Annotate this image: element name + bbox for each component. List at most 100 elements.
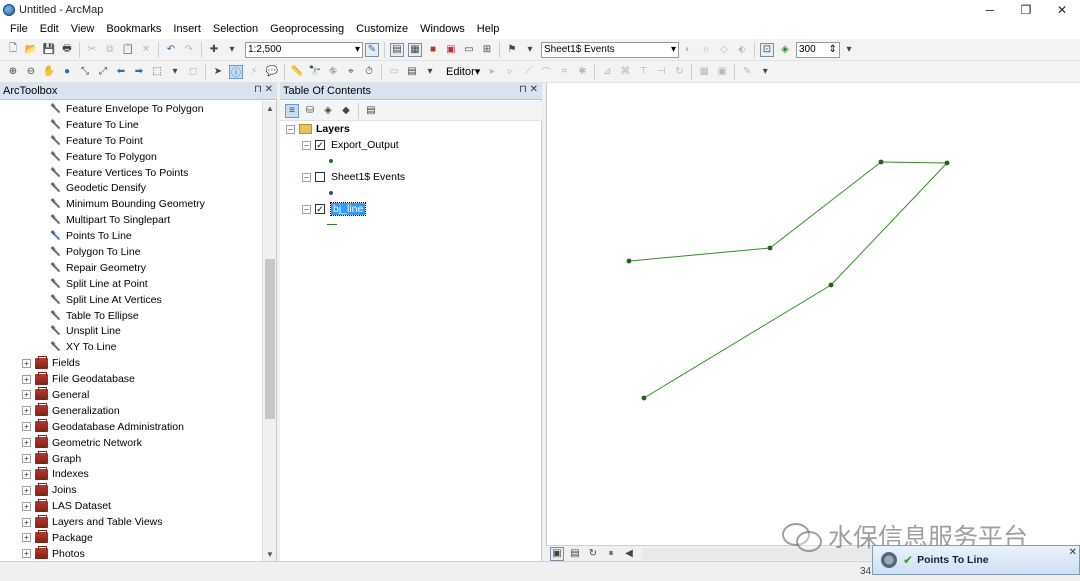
menu-view[interactable]: View [65,23,101,35]
expand-plus-icon[interactable]: + [22,422,31,432]
scrollbar-thumb[interactable] [265,259,275,419]
expand-plus-icon[interactable]: + [22,533,31,543]
menu-edit[interactable]: Edit [34,23,65,35]
list-by-drawing-order-icon[interactable]: ≡ [285,103,299,118]
contrast-icon[interactable]: ◐ [681,43,695,57]
list-by-selection-icon[interactable]: ◆ [339,104,353,118]
expand-plus-icon[interactable]: + [22,517,31,527]
expand-plus-icon[interactable]: + [22,501,31,511]
open-folder-icon[interactable]: 📂 [24,43,38,57]
create-viewer-icon[interactable]: ▭ [387,65,401,79]
collapse-minus-icon[interactable]: − [286,124,295,134]
tool-item[interactable]: Feature Envelope To Polygon [0,101,262,117]
toolset-item[interactable]: + General [0,387,262,403]
snap-tolerance-input[interactable]: 300 ⇕ [796,41,840,58]
copy-icon[interactable]: ⧉ [103,43,117,57]
dropdown-arrow-icon[interactable]: ▾ [842,43,856,57]
dropdown-arrow-icon[interactable]: ▾ [168,65,182,79]
toolset-item[interactable]: + Joins [0,482,262,498]
toolset-item[interactable]: + Photos [0,546,262,561]
zoom-out-icon[interactable]: ⊖ [24,65,38,79]
close-button[interactable]: ✕ [1044,0,1080,19]
cut-icon[interactable]: ✂ [85,43,99,57]
model-builder-icon[interactable]: ⊞ [480,43,494,57]
editor-toolbar-icon[interactable]: ✎ [365,42,379,57]
menu-help[interactable]: Help [471,23,506,35]
html-popup-icon[interactable]: 💬 [265,65,279,79]
menu-bookmarks[interactable]: Bookmarks [100,23,167,35]
paste-icon[interactable]: 📋 [121,43,135,57]
tool-item[interactable]: Repair Geometry [0,260,262,276]
forward-arrow-icon[interactable]: ➡ [132,65,146,79]
select-elements-arrow-icon[interactable]: ➤ [211,65,225,79]
tool-item[interactable]: Feature Vertices To Points [0,165,262,181]
sketch-properties-icon[interactable]: ▣ [715,65,729,79]
tool-item[interactable]: Polygon To Line [0,244,262,260]
toolset-item[interactable]: + File Geodatabase [0,371,262,387]
dropdown-arrow-icon[interactable]: ▾ [523,43,537,57]
expand-plus-icon[interactable]: + [22,406,31,416]
go-to-xy-icon[interactable]: ⌖ [344,65,358,79]
layer-visibility-checkbox[interactable] [315,172,325,182]
tool-item[interactable]: Feature To Line [0,117,262,133]
expand-plus-icon[interactable]: + [22,390,31,400]
layout-view-icon[interactable]: ▤ [568,547,582,561]
delete-icon[interactable]: ✕ [139,43,153,57]
list-by-source-icon[interactable]: ⛁ [303,104,317,118]
menu-customize[interactable]: Customize [350,23,414,35]
transparency-icon[interactable]: ◇ [717,43,731,57]
edit-tool-icon[interactable]: ▸ [485,65,499,79]
tool-item[interactable]: Geodetic Densify [0,180,262,196]
toolset-item[interactable]: + Fields [0,355,262,371]
find-binoculars-icon[interactable]: 🔭 [308,65,322,79]
redo-icon[interactable]: ↷ [182,43,196,57]
map-view[interactable] [546,83,1080,545]
scroll-left-icon[interactable]: ◀ [622,547,636,561]
clear-selection-icon[interactable]: ◻ [186,65,200,79]
tool-item[interactable]: Feature To Point [0,133,262,149]
expand-plus-icon[interactable]: + [22,438,31,448]
layer-stack-icon[interactable]: ◈ [778,43,792,57]
collapse-minus-icon[interactable]: − [302,140,311,150]
dropdown-arrow-icon[interactable]: ▾ [225,43,239,57]
layer-row-bj-line[interactable]: − ✓ bj_line [302,202,367,216]
map-canvas[interactable] [547,83,1080,545]
pause-drawing-icon[interactable]: ⏸ [604,547,618,561]
panel-controls[interactable]: ⊓ ✕ [254,84,273,95]
toolset-item[interactable]: + LAS Dataset [0,498,262,514]
layer-row-sheet1-events[interactable]: − Sheet1$ Events [302,171,405,183]
draw-icon[interactable]: ▤ [405,65,419,79]
refresh-icon[interactable]: ↻ [586,547,600,561]
expand-plus-icon[interactable]: + [22,485,31,495]
save-icon[interactable]: 💾 [42,43,56,57]
select-features-icon[interactable]: ⬚ [150,65,164,79]
endpoint-arc-icon[interactable]: ⌒ [539,65,553,79]
back-arrow-icon[interactable]: ⬅ [114,65,128,79]
edit-annotation-icon[interactable]: ▹ [503,65,517,79]
point-icon[interactable]: ✱ [575,65,589,79]
tool-item[interactable]: Split Line at Point [0,276,262,292]
menu-windows[interactable]: Windows [414,23,471,35]
menu-geoprocessing[interactable]: Geoprocessing [264,23,350,35]
measure-icon[interactable]: 📏 [290,65,304,79]
expand-plus-icon[interactable]: + [22,549,31,559]
toc-options-icon[interactable]: ▤ [364,104,378,118]
undo-icon[interactable]: ↶ [164,43,178,57]
fixed-zoom-in-icon[interactable]: ⤡ [78,65,92,79]
layer-visibility-checkbox[interactable]: ✓ [315,140,325,150]
catalog-icon[interactable]: ▦ [408,42,422,57]
toolset-item[interactable]: + Indexes [0,466,262,482]
tool-item[interactable]: Split Line At Vertices [0,292,262,308]
straight-segment-icon[interactable]: ⟋ [521,65,535,79]
toolset-item[interactable]: + Geodatabase Administration [0,419,262,435]
geoprocessing-notification[interactable]: ✔ Points To Line ✕ [872,545,1080,575]
tool-item[interactable]: Multipart To Singlepart [0,212,262,228]
close-icon[interactable]: ✕ [1069,547,1077,558]
expand-plus-icon[interactable]: + [22,454,31,464]
toolset-item[interactable]: + Geometric Network [0,435,262,451]
layer-visibility-checkbox[interactable]: ✓ [315,204,325,214]
menu-insert[interactable]: Insert [167,23,207,35]
reshape-icon[interactable]: ⌘ [618,65,632,79]
panel-controls[interactable]: ⊓ ✕ [519,84,538,95]
menu-selection[interactable]: Selection [207,23,264,35]
